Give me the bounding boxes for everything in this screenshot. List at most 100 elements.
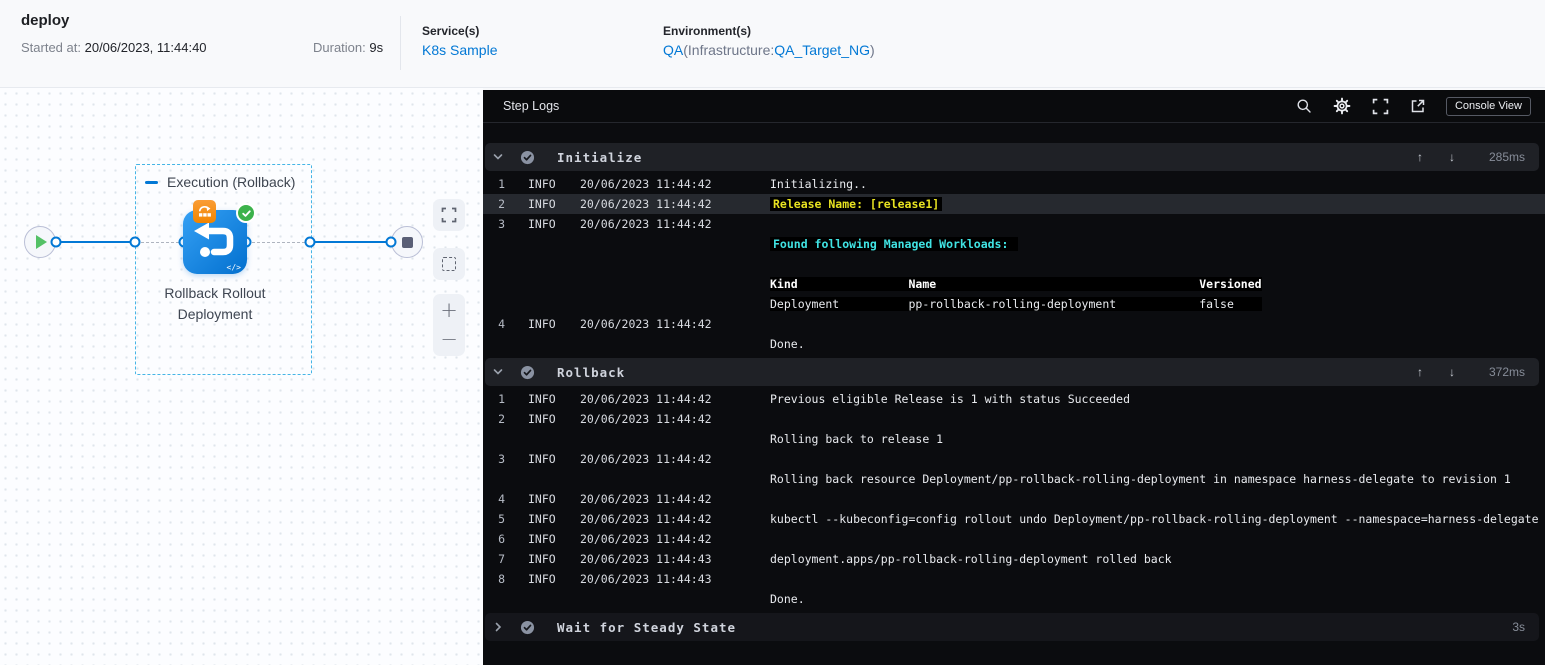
chevron-right-icon[interactable] (492, 621, 504, 633)
check-circle-icon (520, 150, 535, 165)
connector-dot (50, 236, 62, 248)
log-message: Initializing.. (770, 177, 867, 191)
gear-icon[interactable] (1333, 97, 1351, 115)
log-message: Done. (770, 337, 805, 351)
search-icon[interactable] (1296, 98, 1312, 114)
log-level: INFO (528, 552, 556, 566)
chevron-down-icon[interactable] (492, 151, 504, 163)
log-line: 4 INFO 20/06/2023 11:44:42 (483, 314, 1545, 334)
step-node-label: Rollback Rollout Deployment (164, 285, 266, 322)
console-view-button[interactable]: Console View (1445, 96, 1531, 116)
log-line: Done. (483, 334, 1545, 354)
connector-dot (385, 236, 397, 248)
section-log-rows: 1 INFO 20/06/2023 11:44:42 Previous eligibl… (483, 389, 1545, 609)
line-number: 1 (498, 177, 505, 191)
log-level: INFO (528, 392, 556, 406)
section-label: Rollback (557, 364, 626, 380)
started-at: Started at: 20/06/2023, 11:44:40 (21, 40, 207, 55)
service-link[interactable]: K8s Sample (422, 42, 497, 58)
section-label: Wait for Steady State (557, 619, 737, 635)
log-timestamp: 20/06/2023 11:44:43 (580, 552, 712, 566)
log-line: 1 INFO 20/06/2023 11:44:42 Initializing.. (483, 174, 1545, 194)
log-line: Rolling back to release 1 (483, 429, 1545, 449)
services-label: Service(s) (422, 24, 480, 38)
edge-stage-to-end (310, 241, 391, 243)
open-in-new-icon[interactable] (1410, 98, 1426, 114)
log-line: 7 INFO 20/06/2023 11:44:43 deployment.apps/… (483, 549, 1545, 569)
check-circle-icon (520, 620, 535, 635)
log-timestamp: 20/06/2023 11:44:42 (580, 412, 712, 426)
scroll-to-bottom-icon[interactable]: ↓ (1449, 365, 1455, 379)
log-timestamp: 20/06/2023 11:44:42 (580, 177, 712, 191)
log-message: Previous eligible Release is 1 with stat… (770, 392, 1131, 406)
log-row: 8 INFO 20/06/2023 11:44:43 Done. (483, 569, 1545, 609)
log-line: 8 INFO 20/06/2023 11:44:43 (483, 569, 1545, 589)
log-message: Rolling back to release 1 (770, 432, 944, 446)
log-timestamp: 20/06/2023 11:44:42 (580, 492, 712, 506)
scroll-to-top-icon[interactable]: ↑ (1417, 150, 1423, 164)
header-divider (400, 16, 401, 70)
infrastructure-prefix: (Infrastructure: (683, 42, 775, 58)
line-number: 6 (498, 532, 505, 546)
connector-dot (304, 236, 316, 248)
chevron-down-icon[interactable] (492, 366, 504, 378)
infrastructure-link[interactable]: QA_Target_NG (774, 42, 870, 58)
line-number: 7 (498, 552, 505, 566)
collapse-stage-icon[interactable] (145, 180, 158, 184)
log-line: Rolling back resource Deployment/pp-roll… (483, 469, 1545, 489)
canvas-select-button[interactable] (433, 248, 465, 280)
step-node-rollback-rollout-deployment[interactable]: </> (183, 200, 256, 274)
log-sections: Initialize ↑ ↓ 285ms 1 INFO 20/06/2023 11:44:4… (483, 123, 1545, 641)
line-number: 2 (498, 412, 505, 426)
section-duration: 372ms (1488, 365, 1525, 379)
log-line: Deployment pp-rollback-rolling-deploymen… (483, 294, 1545, 314)
expand-logs-icon[interactable] (1372, 98, 1389, 115)
log-line: 5 INFO 20/06/2023 11:44:42 kubectl --kubeco… (483, 509, 1545, 529)
scroll-to-bottom-icon[interactable]: ↓ (1449, 150, 1455, 164)
log-section-header-initialize[interactable]: Initialize ↑ ↓ 285ms (485, 143, 1539, 171)
log-timestamp: 20/06/2023 11:44:42 (580, 532, 712, 546)
duration-label: Duration: (313, 40, 366, 55)
zoom-out-button[interactable]: − (440, 325, 458, 354)
log-level: INFO (528, 197, 556, 211)
log-row: 4 INFO 20/06/2023 11:44:42 Done. (483, 314, 1545, 354)
line-number: 5 (498, 512, 505, 526)
connector-dot (129, 236, 141, 248)
environment-link[interactable]: QA (663, 42, 683, 58)
marquee-select-icon (442, 257, 456, 271)
canvas-fullscreen-button[interactable] (433, 199, 465, 231)
step-logs-panel: Step Logs Console View Initialize ↑ ↓ 28… (483, 90, 1545, 665)
log-row: 3 INFO 20/06/2023 11:44:42 Found following … (483, 214, 1545, 314)
log-row: 1 INFO 20/06/2023 11:44:42 Initializing.. (483, 174, 1545, 194)
log-timestamp: 20/06/2023 11:44:42 (580, 512, 712, 526)
environment-value: QA(Infrastructure:QA_Target_NG) (663, 42, 875, 58)
log-level: INFO (528, 492, 556, 506)
line-number: 3 (498, 217, 505, 231)
section-log-rows: 1 INFO 20/06/2023 11:44:42 Initializing.. 2 I… (483, 174, 1545, 354)
log-section-header-rollback[interactable]: Rollback ↑ ↓ 372ms (485, 358, 1539, 386)
play-icon (36, 235, 47, 249)
log-section-header-wait-for-steady-state[interactable]: Wait for Steady State 3s (485, 613, 1539, 641)
pipeline-graph-canvas[interactable]: Execution (Rollback) </> Rollback Rollou… (0, 88, 483, 665)
log-line: 2 INFO 20/06/2023 11:44:42 Release Name: [r… (483, 194, 1545, 214)
log-line: 2 INFO 20/06/2023 11:44:42 (483, 409, 1545, 429)
log-level: INFO (528, 217, 556, 231)
scroll-to-top-icon[interactable]: ↑ (1417, 365, 1423, 379)
stage-header: Execution (Rollback) (145, 174, 295, 190)
code-glyph: </> (226, 263, 241, 272)
log-timestamp: 20/06/2023 11:44:42 (580, 392, 712, 406)
fullscreen-icon (441, 207, 457, 223)
edge-start-to-stage (54, 241, 136, 243)
pipeline-title: deploy (21, 12, 70, 29)
screen: deploy Started at: 20/06/2023, 11:44:40 … (0, 0, 1545, 665)
log-line: 1 INFO 20/06/2023 11:44:42 Previous eligibl… (483, 389, 1545, 409)
edge-step-to-stage-end (247, 241, 310, 243)
log-line: 6 INFO 20/06/2023 11:44:42 (483, 529, 1545, 549)
zoom-in-button[interactable]: + (440, 296, 458, 325)
log-timestamp: 20/06/2023 11:44:42 (580, 317, 712, 331)
log-level: INFO (528, 532, 556, 546)
log-line: Done. (483, 589, 1545, 609)
log-row: 7 INFO 20/06/2023 11:44:43 deployment.apps/… (483, 549, 1545, 569)
log-line: Found following Managed Workloads: (483, 234, 1545, 254)
